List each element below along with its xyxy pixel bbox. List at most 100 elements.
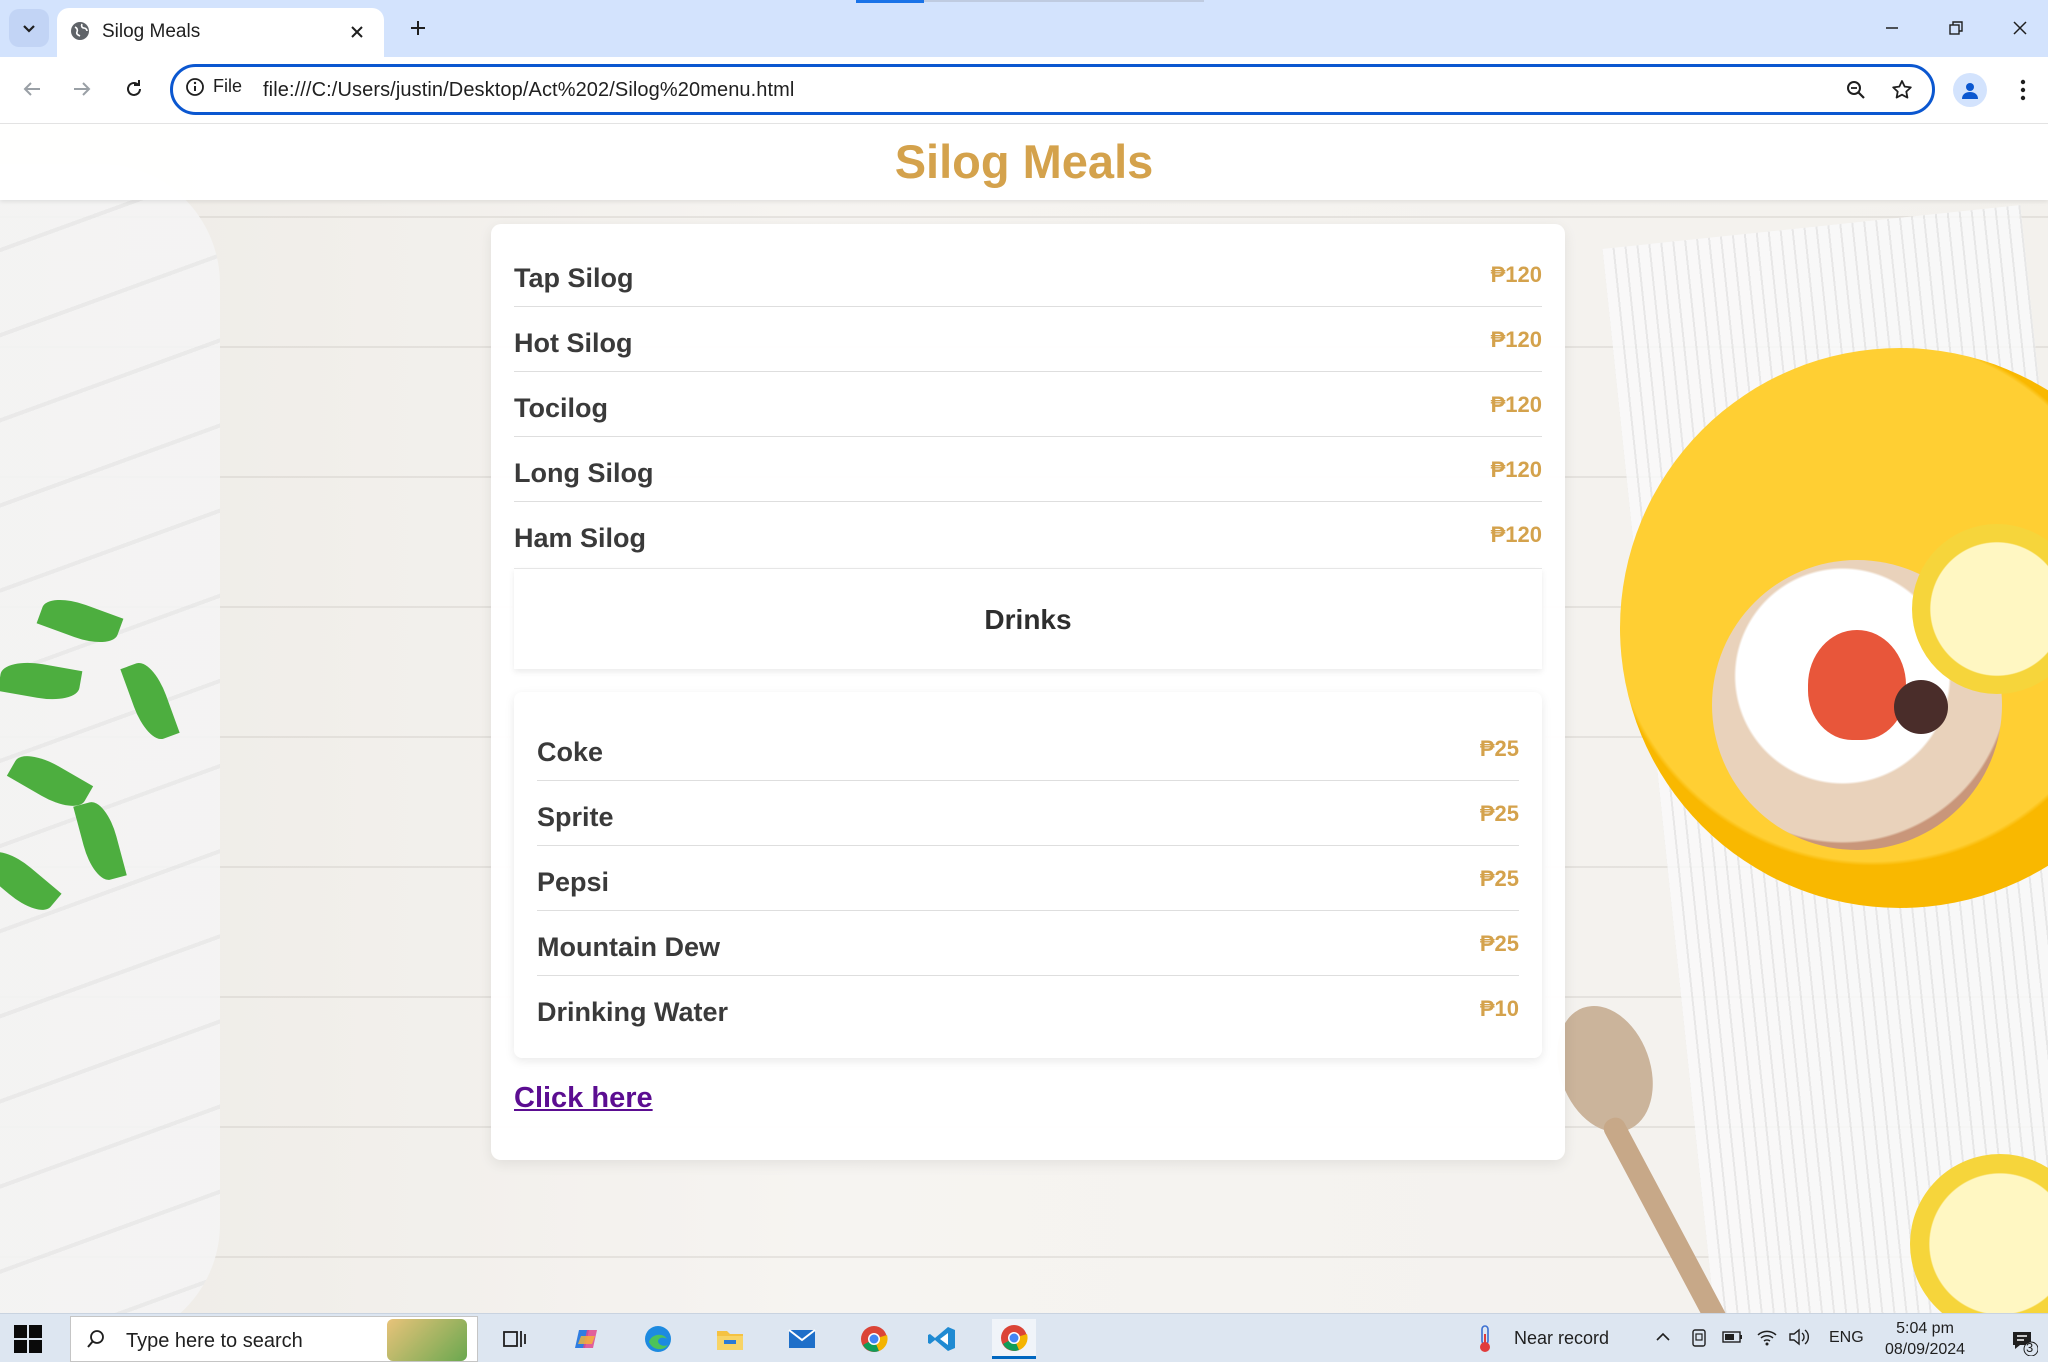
menu-card: Tap Silog ₱120 Hot Silog ₱120 Tocilog ₱1… — [491, 224, 1565, 1160]
restore-icon — [1949, 21, 1963, 35]
new-tab-button[interactable] — [401, 11, 435, 45]
taskbar-search-placeholder: Type here to search — [126, 1330, 303, 1352]
page-title: Silog Meals — [894, 135, 1154, 188]
site-info-chip[interactable]: File — [185, 76, 242, 97]
restore-button[interactable] — [1936, 8, 1976, 48]
drink-row: Mountain Dew ₱25 — [537, 911, 1519, 976]
meal-name: Tocilog — [514, 393, 608, 423]
edge-browser-icon[interactable] — [636, 1319, 680, 1359]
drink-name: Drinking Water — [537, 997, 729, 1027]
browser-tab-active[interactable]: Silog Meals — [57, 8, 384, 57]
device-icon[interactable] — [1690, 1328, 1708, 1353]
zoom-icon[interactable] — [1841, 75, 1871, 105]
forward-button[interactable] — [62, 69, 102, 109]
chrome-active-window-icon[interactable] — [992, 1319, 1036, 1359]
drink-row: Sprite ₱25 — [537, 781, 1519, 846]
tab-search-button[interactable] — [9, 9, 49, 47]
meal-price: ₱120 — [1490, 262, 1542, 287]
meal-name: Tap Silog — [514, 263, 634, 293]
weather-text[interactable]: Near record — [1514, 1328, 1609, 1349]
drink-name: Coke — [537, 737, 604, 767]
plus-icon — [411, 21, 425, 35]
meal-list: Tap Silog ₱120 Hot Silog ₱120 Tocilog ₱1… — [514, 242, 1542, 567]
decorative-cherry — [1894, 680, 1948, 734]
copilot-icon[interactable] — [564, 1319, 608, 1359]
drink-name: Mountain Dew — [537, 932, 720, 962]
page-header: Silog Meals — [0, 124, 2048, 200]
drink-price: ₱25 — [1479, 931, 1519, 956]
tab-strip-indicator — [856, 0, 924, 3]
meal-price: ₱120 — [1490, 327, 1542, 352]
taskbar-search-box[interactable]: Type here to search — [70, 1316, 478, 1362]
meal-price: ₱120 — [1490, 392, 1542, 417]
tab-strip-indicator-track — [924, 0, 1204, 2]
file-explorer-icon[interactable] — [708, 1319, 752, 1359]
decorative-napkin-left — [0, 164, 220, 1313]
drink-row: Pepsi ₱25 — [537, 846, 1519, 911]
url-text[interactable]: file:///C:/Users/justin/Desktop/Act%202/… — [263, 79, 794, 102]
drinks-card: Coke ₱25 Sprite ₱25 Pepsi ₱25 Mountain D… — [514, 692, 1542, 1058]
vscode-icon[interactable] — [920, 1319, 964, 1359]
drink-price: ₱25 — [1479, 801, 1519, 826]
reload-button[interactable] — [114, 69, 154, 109]
arrow-right-icon — [74, 82, 91, 96]
page-viewport: Silog Meals Tap Silog ₱120 Hot Silog ₱12… — [0, 124, 2048, 1313]
click-here-link[interactable]: Click here — [514, 1082, 653, 1115]
drink-name: Pepsi — [537, 867, 610, 897]
meal-row: Ham Silog ₱120 — [514, 502, 1542, 567]
meal-row: Long Silog ₱120 — [514, 437, 1542, 502]
meal-price: ₱120 — [1490, 522, 1542, 547]
site-info-label: File — [213, 76, 243, 96]
drink-price: ₱10 — [1479, 996, 1519, 1021]
windows-start-icon[interactable] — [14, 1325, 42, 1353]
bookmark-star-icon[interactable] — [1887, 75, 1917, 105]
back-button[interactable] — [12, 69, 52, 109]
notification-center-icon[interactable]: 3 — [2010, 1328, 2039, 1361]
drink-row: Coke ₱25 — [537, 716, 1519, 781]
profile-button[interactable] — [1953, 73, 1987, 107]
arrow-left-icon — [23, 82, 40, 96]
reload-icon — [127, 80, 141, 96]
clock-time: 5:04 pm — [1896, 1320, 1954, 1337]
meal-row: Hot Silog ₱120 — [514, 307, 1542, 372]
person-icon — [1962, 83, 1978, 99]
language-indicator[interactable]: ENG — [1829, 1329, 1864, 1347]
browser-toolbar: File file:///C:/Users/justin/Desktop/Act… — [0, 57, 2048, 124]
drinks-section-header: Drinks — [514, 568, 1542, 669]
battery-icon[interactable] — [1722, 1329, 1744, 1350]
meal-name: Hot Silog — [514, 328, 633, 358]
meal-row: Tap Silog ₱120 — [514, 242, 1542, 307]
search-highlight-image — [387, 1319, 467, 1361]
browser-menu-button[interactable] — [2008, 71, 2038, 109]
globe-icon — [69, 20, 91, 47]
clock-date: 08/09/2024 — [1884, 1341, 1966, 1358]
meal-name: Long Silog — [514, 458, 654, 488]
meal-name: Ham Silog — [514, 523, 647, 553]
task-view-icon[interactable] — [492, 1319, 536, 1359]
minimize-icon — [1886, 27, 1898, 29]
address-bar[interactable]: File file:///C:/Users/justin/Desktop/Act… — [170, 64, 1935, 115]
browser-tabstrip: Silog Meals — [0, 0, 2048, 57]
volume-icon[interactable] — [1788, 1327, 1810, 1352]
taskbar-clock[interactable]: 5:04 pm 08/09/2024 — [1875, 1318, 1975, 1360]
notification-count: 3 — [2026, 1340, 2034, 1355]
close-icon — [2013, 21, 2027, 35]
meal-row: Tocilog ₱120 — [514, 372, 1542, 437]
info-icon — [186, 77, 204, 96]
chrome-icon[interactable] — [852, 1319, 896, 1359]
thermometer-icon[interactable] — [1474, 1324, 1496, 1359]
tab-close-icon[interactable] — [342, 17, 372, 47]
close-window-button[interactable] — [2000, 8, 2040, 48]
chevron-up-icon[interactable] — [1654, 1328, 1672, 1351]
decorative-strawberry — [1808, 630, 1906, 740]
search-icon — [85, 1328, 107, 1355]
drink-price: ₱25 — [1479, 736, 1519, 761]
tab-title: Silog Meals — [102, 21, 201, 42]
drink-row: Drinking Water ₱10 — [537, 976, 1519, 1041]
windows-taskbar: Type here to search Near record ENG 5:04… — [0, 1313, 2048, 1362]
minimize-button[interactable] — [1872, 8, 1912, 48]
chevron-down-icon — [23, 25, 35, 33]
drink-price: ₱25 — [1479, 866, 1519, 891]
wifi-icon[interactable] — [1756, 1327, 1778, 1352]
mail-icon[interactable] — [780, 1319, 824, 1359]
